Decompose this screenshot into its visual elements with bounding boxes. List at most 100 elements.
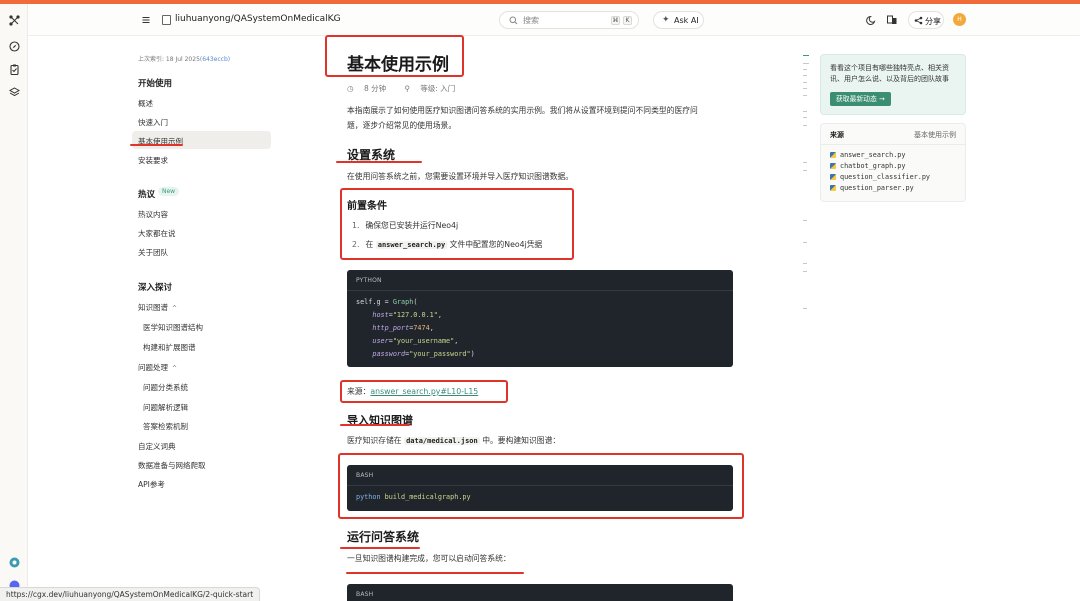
sidebar-item-data-prep[interactable]: 数据准备与网络爬取 (138, 460, 206, 471)
sources-divider (821, 144, 965, 145)
python-file-icon (830, 185, 836, 191)
code-text: self.g = (356, 298, 393, 306)
annotation-run-desc-underline (346, 572, 524, 574)
section-hot-label: 热议 (138, 190, 156, 200)
annotation-source-box (340, 380, 508, 403)
read-time: ◷ 8 分钟 (347, 84, 394, 93)
python-file-icon (830, 163, 836, 169)
import-desc-b: 中。要构建知识图谱： (482, 436, 561, 445)
source-file[interactable]: question_parser.py (830, 184, 914, 192)
code-text: ( (413, 298, 418, 306)
sidebar-item-hot-content[interactable]: 热议内容 (138, 209, 168, 220)
top-header: liuhuanyong/QASystemOnMedicalKG ⌄ 搜索 ⌘ K… (28, 4, 1080, 36)
sidebar-item-custom-dict[interactable]: 自定义词典 (138, 441, 176, 452)
layers-icon[interactable] (8, 86, 20, 98)
sidebar-item-install[interactable]: 安装要求 (138, 155, 168, 166)
compass-icon[interactable] (8, 40, 20, 52)
chevron-up-icon: ^ (172, 365, 178, 372)
bookmark-icon (162, 15, 171, 25)
sidebar-item-qp-parse[interactable]: 问题解析逻辑 (143, 402, 188, 413)
ask-ai-button[interactable]: ✦ Ask AI (653, 11, 704, 29)
toc-mark (803, 88, 807, 89)
clock-icon: ◷ (347, 84, 356, 93)
search-input[interactable]: 搜索 ⌘ K (499, 11, 639, 29)
intro-line-2: 题，逐步介绍常见的使用场景。 (347, 121, 457, 130)
clipboard-icon[interactable] (8, 63, 20, 75)
code-block-bash-run[interactable]: BASH (347, 584, 733, 601)
last-index: 上次索引: 18 Jul 2025(643eccb) (138, 54, 230, 63)
promo-card: 看看这个项目有哪些独特亮点、相关资讯、用户怎么说、以及背后的团队故事 获取最新动… (820, 54, 966, 115)
sparkle-icon: ✦ (662, 15, 670, 25)
source-file[interactable]: question_classifier.py (830, 173, 930, 181)
translate-icon[interactable] (886, 14, 898, 26)
sidebar-item-api[interactable]: API参考 (138, 479, 165, 490)
intro-paragraph: 本指南展示了如何使用医疗知识图谱问答系统的实用示例。我们将从设置环境到提问不同类… (347, 103, 737, 133)
last-index-hash[interactable]: (643eccb) (200, 56, 230, 63)
level: ⚲ 等级: 入门 (404, 84, 463, 93)
sidebar-item-qp[interactable]: 问题处理 ^ (138, 362, 177, 373)
toc-mark (803, 82, 807, 83)
code-divider (347, 290, 733, 291)
annotation-bash-box (338, 453, 744, 519)
code-string: "127.0.0.1" (392, 311, 438, 319)
last-index-label: 上次索引: 18 Jul 2025 (138, 56, 200, 63)
toc-mark (803, 220, 807, 221)
avatar[interactable]: H (953, 13, 966, 26)
code-line-1: self.g = Graph( (356, 298, 417, 306)
toc-mark (803, 63, 809, 64)
menu-icon[interactable] (140, 14, 152, 26)
sidebar-item-qp-classify[interactable]: 问题分类系统 (143, 382, 188, 393)
toc-mark (803, 117, 807, 118)
repo-name[interactable]: liuhuanyong/QASystemOnMedicalKG (175, 14, 341, 24)
source-file[interactable]: answer_search.py (830, 151, 905, 159)
annotation-title-box (325, 35, 464, 77)
python-file-icon (830, 152, 836, 158)
sidebar-item-everyone[interactable]: 大家都在说 (138, 228, 176, 239)
code-line-5: password="your_password") (372, 350, 475, 358)
share-button[interactable]: 分享 (908, 11, 944, 29)
code-number: 7474 (413, 324, 430, 332)
sidebar-item-kg-build[interactable]: 构建和扩展图谱 (143, 342, 196, 353)
annotation-import-underline (340, 424, 410, 426)
code-lang-label: BASH (356, 591, 374, 598)
sidebar-item-overview[interactable]: 概述 (138, 98, 153, 109)
toc-mark (803, 111, 807, 112)
sidebar-item-qp-retrieve[interactable]: 答案检索机制 (143, 421, 188, 432)
logo-icon[interactable] (8, 14, 20, 26)
source-file-name: answer_search.py (840, 151, 906, 159)
sidebar-item-about-team[interactable]: 关于团队 (138, 247, 168, 258)
source-file[interactable]: chatbot_graph.py (830, 162, 905, 170)
annotation-sidebar-underline (130, 144, 183, 146)
toc-mark (803, 95, 807, 96)
chevron-up-icon: ^ (172, 305, 178, 312)
search-placeholder: 搜索 (523, 16, 539, 25)
heading-run: 运行问答系统 (347, 530, 420, 544)
section-deep-dive: 深入探讨 (138, 283, 173, 293)
sidebar-item-qp-label: 问题处理 (138, 363, 168, 372)
chat-icon[interactable] (8, 556, 20, 568)
code-block-python[interactable]: PYTHON self.g = Graph( host="127.0.0.1",… (347, 270, 733, 367)
code-line-2: host="127.0.0.1", (372, 311, 442, 319)
toc-mark (803, 125, 807, 126)
chevron-down-icon[interactable]: ⌄ (330, 14, 337, 23)
status-url-bar: https://cgx.dev/liuhuanyong/QASystemOnMe… (0, 587, 261, 601)
toc-mark (803, 75, 807, 76)
code-param: host (372, 311, 389, 319)
code-param: password (372, 350, 406, 358)
moon-icon[interactable] (866, 14, 878, 26)
sidebar-item-quick-start[interactable]: 快速入门 (138, 117, 168, 128)
share-icon (914, 16, 923, 25)
run-desc: 一旦知识图谱构建完成，您可以启动问答系统： (347, 554, 511, 563)
sidebar-item-kg[interactable]: 知识图谱 ^ (138, 302, 177, 313)
toc-mark (803, 170, 807, 171)
toc-mark (803, 263, 807, 264)
inline-code-medical-json: data/medical.json (404, 437, 480, 445)
toc-mark (803, 242, 807, 243)
kbd-k: K (623, 16, 632, 25)
sidebar-item-kg-structure[interactable]: 医学知识图谱结构 (143, 322, 203, 333)
latest-news-button[interactable]: 获取最新动态 → (830, 92, 891, 106)
read-time-label: 8 分钟 (363, 84, 387, 93)
section-getting-started: 开始使用 (138, 79, 173, 89)
left-icon-rail (0, 4, 28, 601)
search-icon (509, 16, 518, 25)
